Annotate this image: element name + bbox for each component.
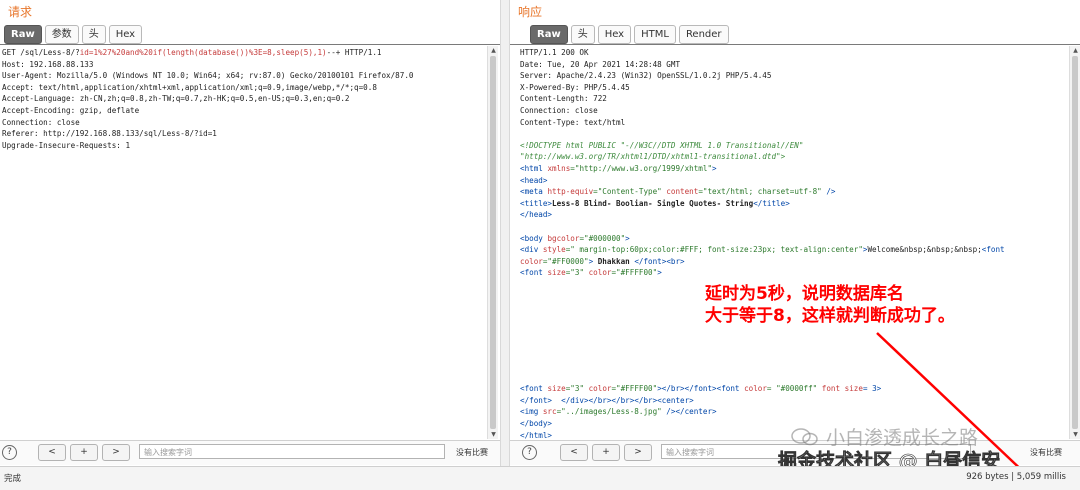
response-stats: 926 bytes | 5,059 millis xyxy=(966,472,1066,482)
status-text: 完成 xyxy=(4,474,22,484)
annotation-arrow-icon xyxy=(876,332,1033,481)
status-bar: 完成 926 bytes | 5,059 millis xyxy=(0,466,1080,490)
wechat-logo-icon xyxy=(791,428,818,446)
